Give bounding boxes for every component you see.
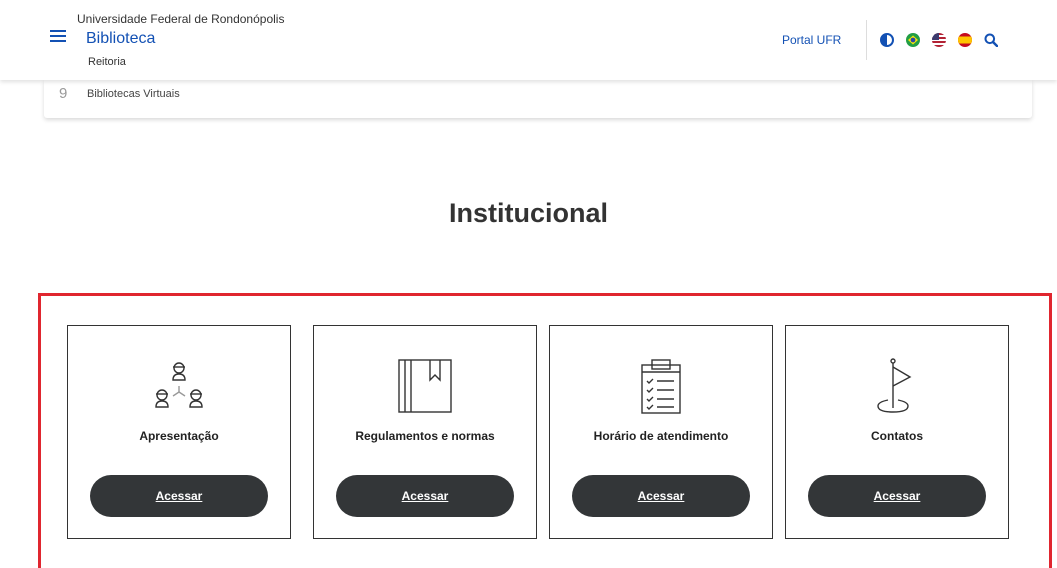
card-horario: Horário de atendimento Acessar	[549, 325, 773, 539]
virtual-libraries-item[interactable]: 9 Bibliotecas Virtuais	[44, 80, 1032, 118]
header-icons	[880, 33, 999, 48]
search-icon[interactable]	[984, 33, 999, 48]
card-contatos: Contatos Acessar	[785, 325, 1009, 539]
flag-spain-icon[interactable]	[958, 33, 972, 47]
card-label: Apresentação	[139, 429, 219, 443]
portal-ufr-link[interactable]: Portal UFR	[782, 33, 841, 47]
acessar-button[interactable]: Acessar	[90, 475, 268, 517]
contrast-icon[interactable]	[880, 33, 894, 47]
flag-brazil-icon[interactable]	[906, 33, 920, 47]
book-icon	[314, 356, 536, 416]
card-label: Contatos	[871, 429, 923, 443]
virtual-libraries-number: 9	[59, 85, 68, 102]
section-title: Institucional	[448, 198, 608, 228]
virtual-libraries-label: Bibliotecas Virtuais	[87, 88, 180, 100]
card-apresentacao: Apresentação Acessar	[67, 325, 291, 539]
people-network-icon	[68, 356, 290, 416]
card-label: Regulamentos e normas	[355, 429, 495, 443]
organization-name: Universidade Federal de Rondonópolis	[77, 12, 285, 26]
acessar-button[interactable]: Acessar	[572, 475, 750, 517]
menu-icon[interactable]	[50, 28, 66, 44]
site-subtitle: Reitoria	[88, 56, 126, 68]
site-header: Universidade Federal de Rondonópolis Bib…	[0, 0, 1057, 80]
site-title[interactable]: Biblioteca	[86, 30, 155, 48]
header-divider	[866, 20, 867, 60]
card-regulamentos: Regulamentos e normas Acessar	[313, 325, 537, 539]
clipboard-checklist-icon	[550, 356, 772, 416]
flag-us-icon[interactable]	[932, 33, 946, 47]
acessar-button[interactable]: Acessar	[808, 475, 986, 517]
acessar-button[interactable]: Acessar	[336, 475, 514, 517]
card-label: Horário de atendimento	[593, 429, 729, 443]
location-flag-icon	[786, 356, 1008, 416]
